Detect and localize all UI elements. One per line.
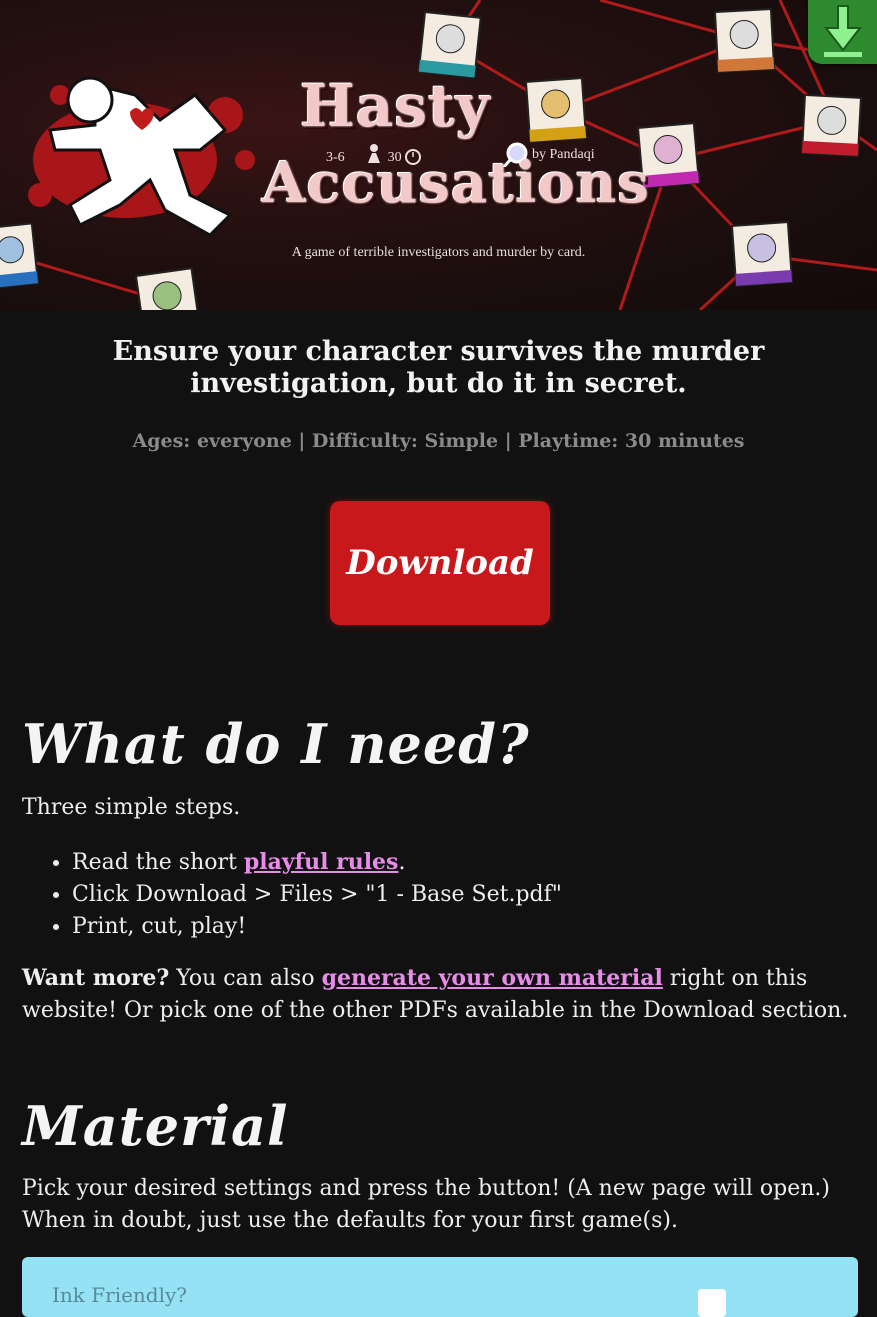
want-more-paragraph: Want more? You can also generate your ow… [22,962,857,1027]
need-subtitle: Three simple steps. [22,795,241,820]
tagline: A game of terrible investigators and mur… [291,245,586,260]
playful-rules-link[interactable]: playful rules [244,849,399,875]
list-item: Print, cut, play! [72,911,877,943]
download-arrow-icon [823,5,863,57]
list-item: Click Download > Files > "1 - Base Set.p… [72,879,877,911]
logo-author: by Pandaqi [532,147,595,162]
settings-panel: Ink Friendly? [22,1257,858,1317]
list-item: Read the short playful rules. [72,846,877,879]
section-title-material: Material [22,1094,289,1158]
generate-material-link[interactable]: generate your own material [322,965,663,991]
step1-text: Read the short [72,850,244,875]
steps-list: Read the short playful rules. Click Down… [22,846,877,943]
ink-friendly-checkbox[interactable] [698,1289,726,1317]
download-corner-button[interactable] [808,0,877,64]
download-button[interactable]: Download [330,501,550,625]
game-meta: Ages: everyone | Difficulty: Simple | Pl… [132,430,745,452]
want-more-text: You can also [169,966,322,991]
playtime-minutes: 30 [387,150,402,165]
header-banner: Hasty Accusations 3-6 30 by Pandaqi A ga… [0,0,877,310]
ink-friendly-label: Ink Friendly? [52,1283,188,1307]
players-count: 3-6 [326,150,345,165]
intro-heading: Ensure your character survives the murde… [112,336,765,399]
step1-suffix: . [398,850,406,875]
logo-title-line1: Hasty [300,72,491,140]
want-more-label: Want more? [22,965,170,991]
section-title-need: What do I need? [22,712,530,776]
material-intro: Pick your desired settings and press the… [22,1176,830,1233]
logo-player-time: 3-6 30 [326,150,402,166]
